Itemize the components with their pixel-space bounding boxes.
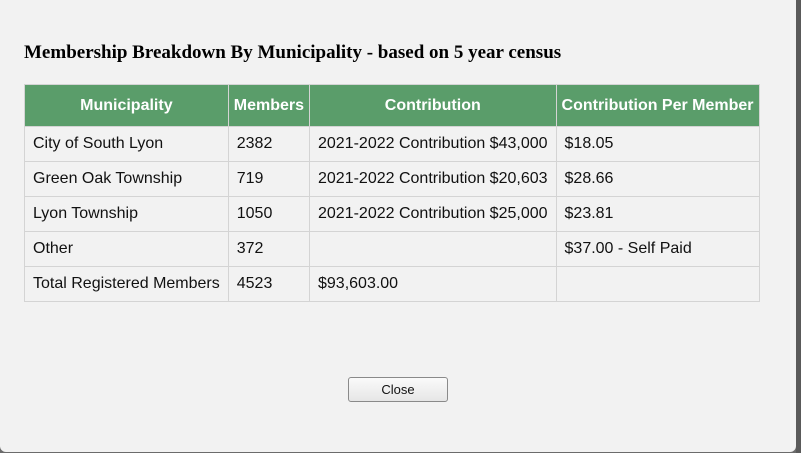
cell-municipality: Other: [24, 231, 229, 267]
table-row: Lyon Township 1050 2021-2022 Contributio…: [24, 196, 760, 232]
cell-contribution: $93,603.00: [309, 266, 557, 302]
cell-members: 372: [227, 231, 311, 267]
header-contribution-per-member: Contribution Per Member: [555, 84, 760, 127]
cell-contribution: 2021-2022 Contribution $43,000: [309, 126, 557, 162]
cell-per-member: $28.66: [555, 161, 760, 197]
header-municipality: Municipality: [24, 84, 229, 127]
membership-dialog: Membership Breakdown By Municipality - b…: [0, 0, 796, 452]
table-header-row: Municipality Members Contribution Contri…: [24, 84, 760, 127]
table-row: Other 372 $37.00 - Self Paid: [24, 231, 760, 267]
cell-municipality: Total Registered Members: [24, 266, 229, 302]
cell-members: 719: [227, 161, 311, 197]
cell-members: 4523: [227, 266, 311, 302]
cell-municipality: Lyon Township: [24, 196, 229, 232]
close-button[interactable]: Close: [348, 377, 448, 402]
table-row: City of South Lyon 2382 2021-2022 Contri…: [24, 126, 760, 162]
cell-members: 1050: [227, 196, 311, 232]
cell-members: 2382: [227, 126, 311, 162]
cell-contribution: 2021-2022 Contribution $25,000: [309, 196, 557, 232]
cell-contribution: [309, 231, 557, 267]
header-contribution: Contribution: [309, 84, 557, 127]
dialog-title: Membership Breakdown By Municipality - b…: [24, 42, 562, 63]
cell-municipality: Green Oak Township: [24, 161, 229, 197]
cell-municipality: City of South Lyon: [24, 126, 229, 162]
cell-per-member: [555, 266, 760, 302]
table-row-total: Total Registered Members 4523 $93,603.00: [24, 266, 760, 302]
cell-contribution: 2021-2022 Contribution $20,603: [309, 161, 557, 197]
membership-table: Municipality Members Contribution Contri…: [24, 84, 760, 302]
cell-per-member: $18.05: [555, 126, 760, 162]
window-edge: [796, 0, 801, 453]
cell-per-member: $37.00 - Self Paid: [555, 231, 760, 267]
table-row: Green Oak Township 719 2021-2022 Contrib…: [24, 161, 760, 197]
cell-per-member: $23.81: [555, 196, 760, 232]
header-members: Members: [227, 84, 311, 127]
